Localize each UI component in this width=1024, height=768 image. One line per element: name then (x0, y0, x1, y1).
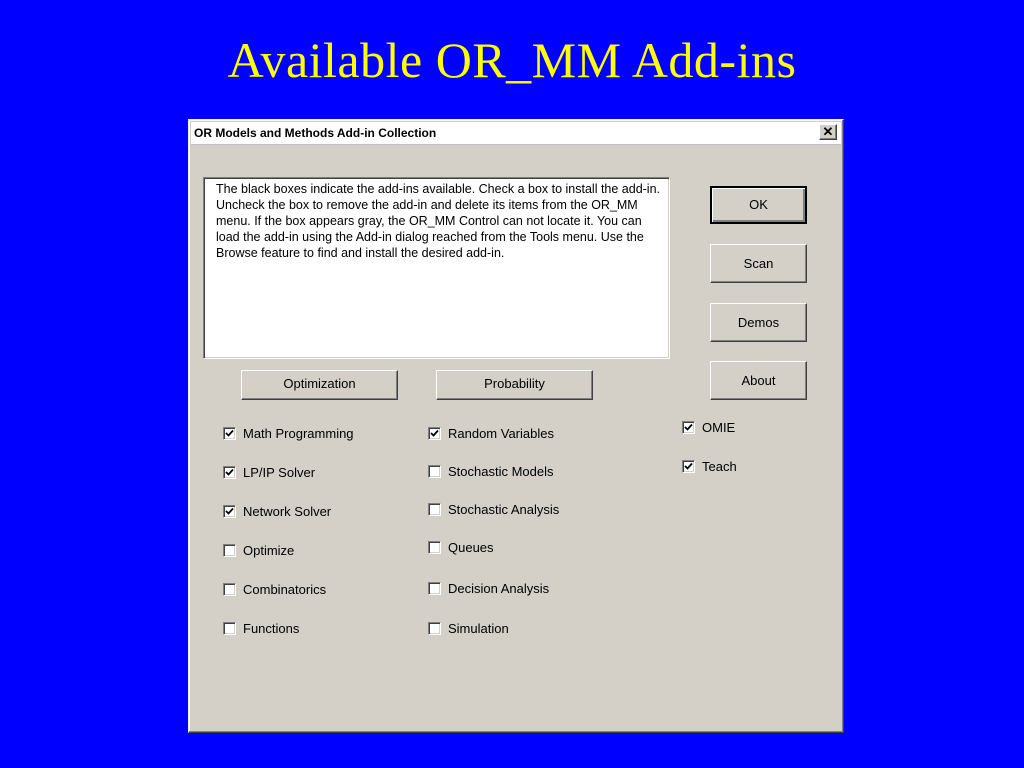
checkbox-box[interactable] (223, 427, 236, 440)
optimization-checkbox-6[interactable]: Functions (223, 621, 299, 636)
description-textbox[interactable]: The black boxes indicate the add-ins ava… (203, 177, 670, 359)
about-button[interactable]: About (710, 361, 807, 400)
checkbox-label: Stochastic Analysis (448, 502, 560, 517)
checkbox-box[interactable] (428, 582, 441, 595)
checkbox-box[interactable] (223, 505, 236, 518)
checkbox-box[interactable] (223, 583, 236, 596)
other-checkbox-2[interactable]: Teach (682, 459, 737, 474)
checkbox-box[interactable] (223, 544, 236, 557)
checkbox-label: Queues (448, 540, 494, 555)
add-in-dialog: OR Models and Methods Add-in Collection … (188, 119, 844, 733)
probability-checkbox-5[interactable]: Decision Analysis (428, 581, 549, 596)
optimization-checkbox-3[interactable]: Network Solver (223, 504, 331, 519)
checkbox-box[interactable] (223, 622, 236, 635)
other-checkbox-1[interactable]: OMIE (682, 420, 735, 435)
checkbox-box[interactable] (682, 421, 695, 434)
checkbox-label: Simulation (448, 621, 509, 636)
checkbox-label: Random Variables (448, 426, 554, 441)
optimization-checkbox-1[interactable]: Math Programming (223, 426, 354, 441)
check-mark-icon (684, 462, 693, 470)
checkbox-box[interactable] (428, 622, 441, 635)
checkbox-label: Decision Analysis (448, 581, 550, 596)
close-icon: ✕ (822, 124, 834, 139)
checkbox-box[interactable] (428, 427, 441, 440)
probability-checkbox-3[interactable]: Stochastic Analysis (428, 502, 559, 517)
close-button[interactable]: ✕ (819, 124, 837, 140)
check-mark-icon (225, 468, 234, 476)
demos-button[interactable]: Demos (710, 303, 807, 342)
checkbox-box[interactable] (223, 466, 236, 479)
probability-checkbox-6[interactable]: Simulation (428, 621, 509, 636)
check-mark-icon (430, 429, 439, 437)
checkbox-box[interactable] (682, 460, 695, 473)
checkbox-label: Math Programming (243, 426, 354, 441)
checkbox-label: Optimize (243, 543, 295, 558)
dialog-title: OR Models and Methods Add-in Collection (194, 126, 437, 140)
check-mark-icon (225, 429, 234, 437)
checkbox-label: Stochastic Models (448, 464, 554, 479)
probability-checkbox-1[interactable]: Random Variables (428, 426, 554, 441)
slide-title: Available OR_MM Add-ins (227, 32, 797, 88)
checkbox-label: Combinatorics (243, 582, 327, 597)
ok-button[interactable]: OK (710, 186, 807, 224)
dialog-titlebar: OR Models and Methods Add-in Collection … (191, 122, 841, 145)
checkbox-label: Teach (702, 459, 737, 474)
probability-checkbox-4[interactable]: Queues (428, 540, 494, 555)
checkbox-label: OMIE (702, 420, 736, 435)
scan-button[interactable]: Scan (710, 244, 807, 283)
probability-button[interactable]: Probability (436, 370, 593, 400)
optimization-checkbox-2[interactable]: LP/IP Solver (223, 465, 315, 480)
checkbox-label: Network Solver (243, 504, 332, 519)
optimization-button[interactable]: Optimization (241, 370, 398, 400)
checkbox-label: LP/IP Solver (243, 465, 316, 480)
optimization-checkbox-5[interactable]: Combinatorics (223, 582, 326, 597)
optimization-checkbox-4[interactable]: Optimize (223, 543, 294, 558)
checkbox-box[interactable] (428, 541, 441, 554)
checkbox-box[interactable] (428, 503, 441, 516)
check-mark-icon (225, 507, 234, 515)
checkbox-label: Functions (243, 621, 300, 636)
probability-checkbox-2[interactable]: Stochastic Models (428, 464, 554, 479)
checkbox-box[interactable] (428, 465, 441, 478)
check-mark-icon (684, 423, 693, 431)
